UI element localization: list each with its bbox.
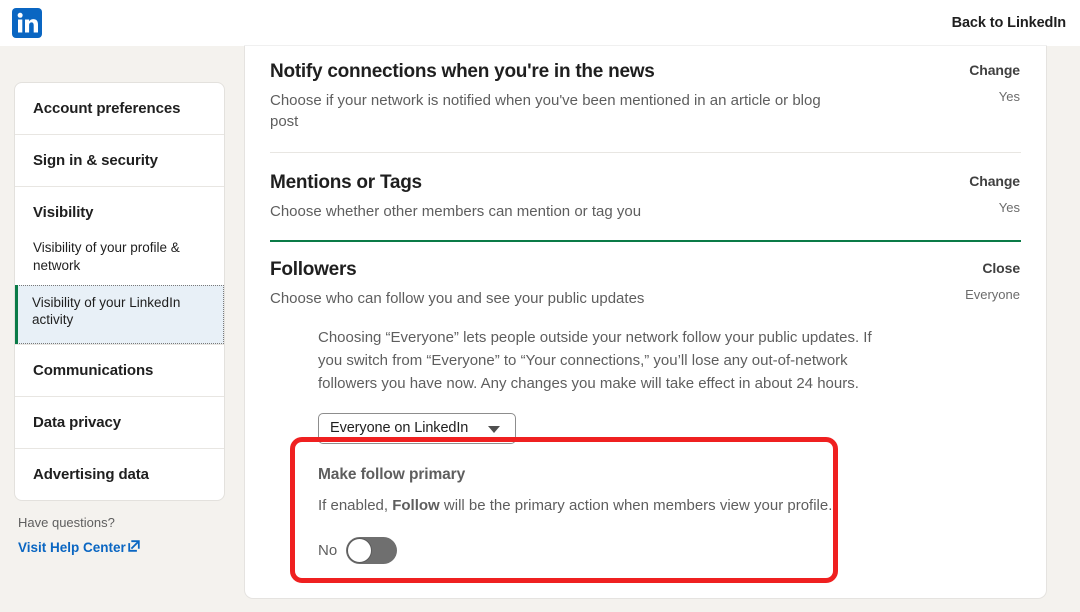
settings-panel: Notify connections when you're in the ne… bbox=[245, 46, 1046, 598]
toggle-state-label: No bbox=[318, 541, 338, 559]
top-bar: Back to LinkedIn bbox=[0, 0, 1080, 46]
change-button[interactable]: Change bbox=[969, 62, 1020, 78]
visit-help-center-label: Visit Help Center bbox=[18, 540, 126, 556]
sidebar-nav-card: Account preferences Sign in & security V… bbox=[14, 82, 225, 502]
help-question-text: Have questions? bbox=[18, 515, 115, 531]
section-notify-connections: Notify connections when you're in the ne… bbox=[245, 46, 1046, 132]
make-follow-primary-toggle[interactable] bbox=[346, 536, 398, 564]
section-actions: Change Yes bbox=[969, 171, 1020, 215]
visit-help-center-link[interactable]: Visit Help Center bbox=[18, 540, 140, 555]
status-value: Yes bbox=[998, 200, 1020, 216]
sidebar-item-visibility-linkedin-activity[interactable]: Visibility of your LinkedIn activity bbox=[15, 284, 224, 345]
external-link-icon bbox=[128, 540, 140, 552]
section-mentions-or-tags: Mentions or Tags Choose whether other me… bbox=[245, 153, 1046, 222]
status-value: Yes bbox=[998, 89, 1020, 104]
followers-explanation-text: Choosing “Everyone” lets people outside … bbox=[318, 329, 872, 393]
sidebar-group-title-visibility[interactable]: Visibility bbox=[15, 187, 224, 231]
sidebar-item-communications[interactable]: Communications bbox=[15, 345, 224, 398]
section-actions: Change Yes bbox=[969, 60, 1020, 104]
chevron-down-icon bbox=[488, 425, 500, 433]
toggle-knob bbox=[347, 537, 373, 563]
sidebar-group-visibility: Visibility Visibility of your profile & … bbox=[15, 187, 224, 346]
sidebar-item-visibility-profile-network[interactable]: Visibility of your profile & network bbox=[15, 231, 224, 285]
section-actions: Close Everyone bbox=[965, 258, 1020, 302]
back-to-linkedin-link[interactable]: Back to LinkedIn bbox=[952, 15, 1067, 31]
followers-audience-select-wrap: Everyone on LinkedIn bbox=[318, 412, 516, 444]
followers-expanded-body: Choosing “Everyone” lets people outside … bbox=[245, 327, 1046, 564]
section-description: Choose if your network is notified when … bbox=[270, 91, 821, 131]
linkedin-logo-icon[interactable] bbox=[12, 8, 42, 38]
desc-part-bold: Follow bbox=[392, 496, 440, 514]
followers-audience-select[interactable]: Everyone on LinkedIn bbox=[318, 412, 516, 444]
status-value: Everyone bbox=[965, 287, 1020, 303]
desc-part-before: If enabled, bbox=[318, 496, 393, 514]
make-follow-primary-setting: Make follow primary If enabled, Follow w… bbox=[318, 466, 1020, 564]
sidebar-item-data-privacy[interactable]: Data privacy bbox=[15, 397, 224, 450]
make-follow-primary-toggle-row: No bbox=[318, 536, 1020, 564]
sidebar-item-sign-in-security[interactable]: Sign in & security bbox=[15, 135, 224, 187]
sidebar: Account preferences Sign in & security V… bbox=[14, 82, 225, 557]
section-title: Followers bbox=[270, 259, 357, 281]
followers-audience-select-value: Everyone on LinkedIn bbox=[330, 420, 469, 437]
change-button[interactable]: Change bbox=[969, 173, 1020, 189]
section-description: Choose who can follow you and see your p… bbox=[270, 290, 645, 308]
section-description: Choose whether other members can mention… bbox=[270, 203, 642, 221]
sidebar-item-account-preferences[interactable]: Account preferences bbox=[15, 83, 224, 135]
section-title: Notify connections when you're in the ne… bbox=[270, 61, 655, 82]
section-followers: Followers Choose who can follow you and … bbox=[245, 242, 1046, 309]
help-block: Have questions? Visit Help Center bbox=[14, 501, 225, 557]
section-title: Mentions or Tags bbox=[270, 172, 422, 194]
make-follow-primary-description: If enabled, Follow will be the primary a… bbox=[318, 495, 838, 517]
sidebar-item-advertising-data[interactable]: Advertising data bbox=[15, 449, 224, 500]
close-button[interactable]: Close bbox=[965, 260, 1020, 276]
make-follow-primary-title: Make follow primary bbox=[318, 465, 466, 483]
desc-part-after: will be the primary action when members … bbox=[439, 496, 833, 514]
